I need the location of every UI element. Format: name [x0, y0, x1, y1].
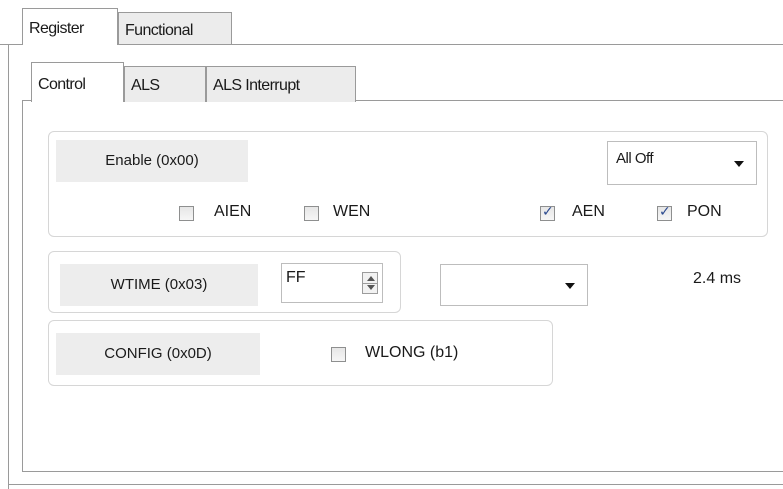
spin-buttons[interactable]	[362, 272, 378, 294]
checkmark-icon: ✓	[659, 204, 671, 220]
enable-register-label: Enable (0x00)	[56, 140, 248, 182]
wen-checkbox[interactable]	[304, 206, 319, 221]
wtime-register-label: WTIME (0x03)	[60, 264, 258, 306]
spin-divider	[363, 283, 377, 284]
wtime-duration-text: 2.4 ms	[693, 270, 742, 287]
wlong-label: WLONG (b1)	[365, 344, 459, 361]
tab-functional[interactable]: Functional	[118, 12, 232, 44]
spin-up-icon	[367, 276, 375, 281]
checkmark-icon: ✓	[542, 204, 554, 220]
wen-label: WEN	[333, 203, 371, 220]
aien-checkbox[interactable]	[179, 206, 194, 221]
aen-checkbox[interactable]: ✓	[540, 204, 555, 221]
aen-label: AEN	[572, 203, 605, 220]
outer-panel-left-border	[8, 44, 9, 489]
tab-control[interactable]: Control	[31, 62, 124, 102]
aien-label: AIEN	[214, 203, 252, 220]
enable-preset-select[interactable]: All Off	[607, 141, 757, 185]
wtime-select[interactable]	[440, 264, 588, 306]
config-register-label: CONFIG (0x0D)	[56, 333, 260, 375]
enable-preset-value: All Off	[616, 150, 654, 167]
tab-register[interactable]: Register	[22, 8, 118, 45]
spin-down-icon	[367, 285, 375, 290]
pon-checkbox[interactable]: ✓	[657, 204, 672, 221]
chevron-down-icon	[565, 283, 575, 289]
chevron-down-icon	[734, 161, 744, 167]
wtime-value: FF	[286, 269, 306, 286]
wlong-checkbox[interactable]	[331, 347, 346, 362]
wtime-spinbox[interactable]: FF	[281, 263, 383, 303]
outer-panel-bottom-border	[8, 484, 783, 485]
tab-als-interrupt[interactable]: ALS Interrupt	[206, 66, 356, 102]
tab-als[interactable]: ALS	[124, 66, 206, 102]
pon-label: PON	[687, 203, 722, 220]
